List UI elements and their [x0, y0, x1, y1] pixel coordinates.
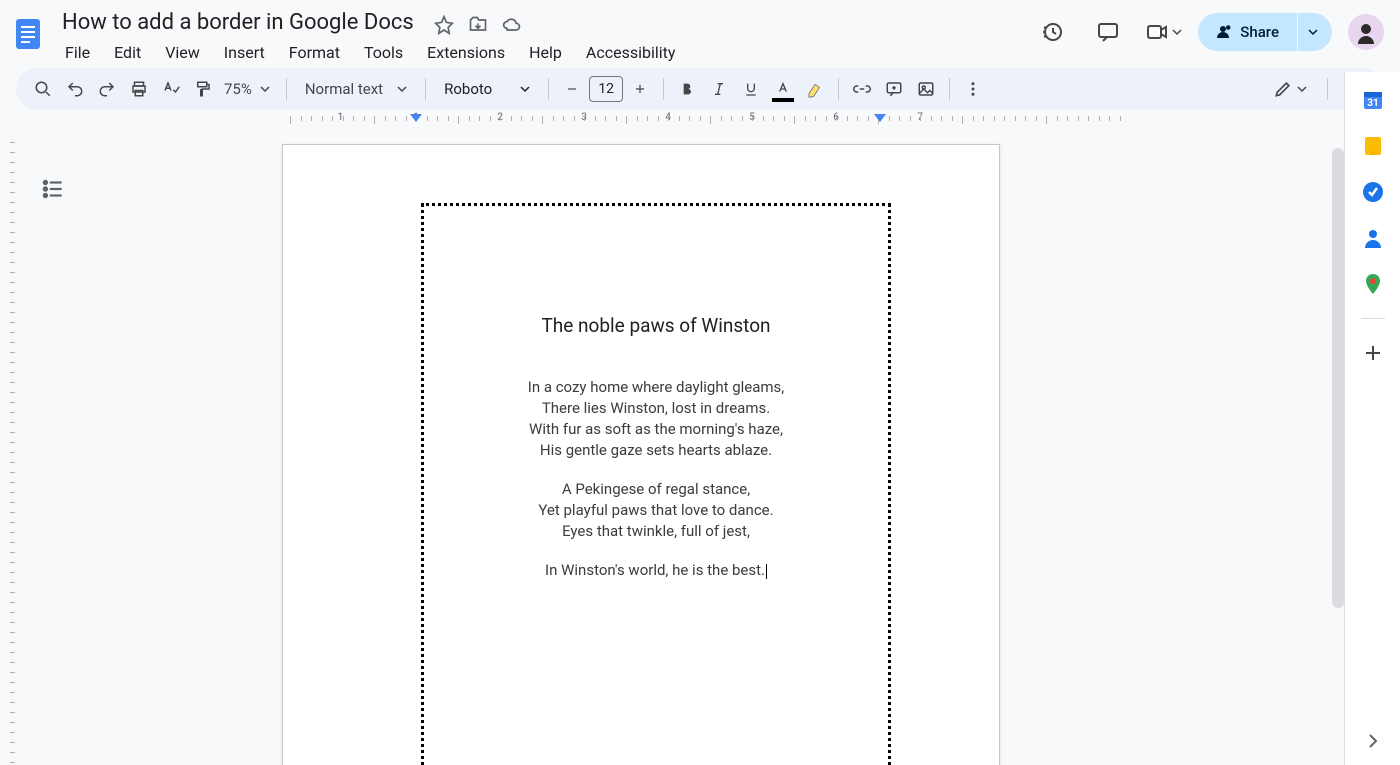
keep-icon[interactable] [1361, 134, 1385, 158]
menu-edit[interactable]: Edit [105, 39, 150, 66]
contacts-icon[interactable] [1361, 226, 1385, 250]
menu-help[interactable]: Help [520, 39, 571, 66]
stanza[interactable]: In a cozy home where daylight gleams, The… [454, 377, 858, 461]
meet-button[interactable] [1144, 20, 1182, 44]
poem-line[interactable]: Eyes that twinkle, full of jest, [562, 522, 750, 540]
calendar-icon[interactable]: 31 [1361, 88, 1385, 112]
pencil-icon [1273, 79, 1293, 99]
poem-line[interactable]: With fur as soft as the morning's haze, [529, 420, 783, 438]
chevron-down-icon [397, 84, 407, 94]
move-icon[interactable] [468, 15, 488, 35]
stanza[interactable]: A Pekingese of regal stance, Yet playful … [454, 479, 858, 542]
horizontal-ruler[interactable]: 11234567 [20, 112, 1340, 128]
increase-font-icon[interactable] [625, 74, 655, 104]
hide-side-panel-icon[interactable] [1361, 729, 1385, 753]
menu-view[interactable]: View [156, 39, 209, 66]
poem-line[interactable]: In Winston's world, he is the best. [545, 561, 765, 579]
menu-insert[interactable]: Insert [215, 39, 274, 66]
page-border: The noble paws of Winston In a cozy home… [421, 203, 891, 765]
menu-accessibility[interactable]: Accessibility [577, 39, 685, 66]
share-dropdown[interactable] [1298, 13, 1332, 51]
poem-line[interactable]: Yet playful paws that love to dance. [538, 501, 773, 519]
share-button[interactable]: Share [1198, 13, 1297, 51]
add-addon-icon[interactable] [1361, 341, 1385, 365]
workspace: The noble paws of Winston In a cozy home… [0, 130, 1344, 765]
people-icon [1214, 23, 1232, 41]
menu-file[interactable]: File [56, 39, 99, 66]
tasks-icon[interactable] [1361, 180, 1385, 204]
undo-icon[interactable] [60, 74, 90, 104]
stanza[interactable]: In Winston's world, he is the best. [454, 560, 858, 581]
share-label: Share [1240, 23, 1279, 41]
style-value: Normal text [305, 80, 383, 98]
comments-icon[interactable] [1088, 12, 1128, 52]
text-color-icon[interactable] [768, 74, 798, 104]
chevron-down-icon [1297, 84, 1307, 94]
doc-heading[interactable]: The noble paws of Winston [454, 314, 858, 337]
font-value: Roboto [444, 80, 492, 98]
side-panel: 31 [1344, 72, 1400, 765]
left-indent-marker[interactable] [410, 114, 422, 122]
right-indent-marker[interactable] [874, 114, 886, 122]
poem-line[interactable]: A Pekingese of regal stance, [562, 480, 750, 498]
doc-body[interactable]: In a cozy home where daylight gleams, The… [454, 377, 858, 581]
spellcheck-icon[interactable] [156, 74, 186, 104]
docs-logo[interactable] [8, 14, 48, 54]
star-icon[interactable] [434, 15, 454, 35]
toolbar: 75% Normal text Roboto 12 [16, 68, 1384, 110]
outline-toggle-icon[interactable] [40, 176, 66, 202]
vertical-scrollbar[interactable] [1332, 148, 1344, 608]
version-history-icon[interactable] [1032, 12, 1072, 52]
insert-image-icon[interactable] [911, 74, 941, 104]
account-avatar[interactable] [1348, 14, 1384, 50]
poem-line[interactable]: His gentle gaze sets hearts ablaze. [540, 441, 772, 459]
bold-icon[interactable] [672, 74, 702, 104]
doc-title[interactable]: How to add a border in Google Docs [56, 8, 420, 37]
add-comment-icon[interactable] [879, 74, 909, 104]
menu-format[interactable]: Format [280, 39, 349, 66]
chevron-down-icon [520, 84, 530, 94]
chevron-down-icon [260, 84, 270, 94]
italic-icon[interactable] [704, 74, 734, 104]
zoom-value: 75% [224, 80, 252, 98]
paint-format-icon[interactable] [188, 74, 218, 104]
search-menus-icon[interactable] [28, 74, 58, 104]
highlight-color-icon[interactable] [800, 74, 830, 104]
editing-mode-button[interactable] [1267, 79, 1313, 99]
poem-line[interactable]: In a cozy home where daylight gleams, [528, 378, 785, 396]
font-select[interactable]: Roboto [434, 80, 540, 98]
document-page[interactable]: The noble paws of Winston In a cozy home… [282, 144, 1000, 765]
title-bar: How to add a border in Google Docs File … [0, 0, 1400, 64]
vertical-ruler[interactable] [6, 142, 22, 765]
decrease-font-icon[interactable] [557, 74, 587, 104]
more-icon[interactable] [958, 74, 988, 104]
cloud-status-icon[interactable] [502, 15, 522, 35]
font-size-input[interactable]: 12 [589, 76, 623, 102]
scrollbar-thumb[interactable] [1332, 148, 1344, 608]
chevron-down-icon [1172, 27, 1182, 37]
menu-bar: File Edit View Insert Format Tools Exten… [56, 37, 1032, 66]
redo-icon[interactable] [92, 74, 122, 104]
underline-icon[interactable] [736, 74, 766, 104]
paragraph-style-select[interactable]: Normal text [295, 80, 417, 98]
insert-link-icon[interactable] [847, 74, 877, 104]
zoom-select[interactable]: 75% [220, 80, 278, 98]
svg-text:31: 31 [1367, 98, 1378, 109]
menu-extensions[interactable]: Extensions [418, 39, 514, 66]
maps-icon[interactable] [1361, 272, 1385, 296]
menu-tools[interactable]: Tools [355, 39, 412, 66]
print-icon[interactable] [124, 74, 154, 104]
text-cursor [766, 564, 767, 579]
poem-line[interactable]: There lies Winston, lost in dreams. [542, 399, 770, 417]
side-panel-separator [1361, 318, 1385, 319]
chevron-down-icon [1308, 27, 1318, 37]
